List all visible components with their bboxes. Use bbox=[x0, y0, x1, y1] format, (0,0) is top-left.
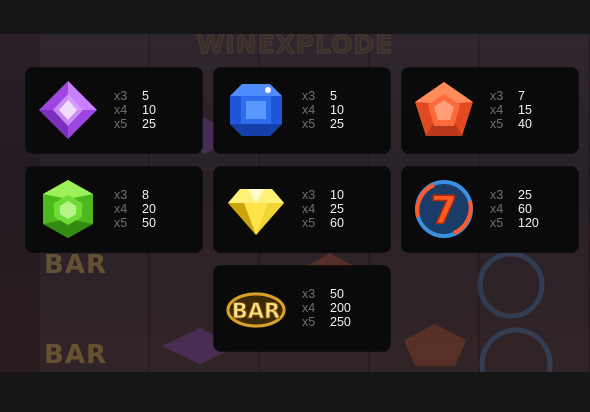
background-seven-icon bbox=[479, 327, 553, 372]
payout-row: x4 20 bbox=[114, 202, 156, 216]
payout-value: 20 bbox=[142, 202, 156, 216]
background-seven-icon bbox=[477, 251, 545, 319]
multiplier-label: x4 bbox=[490, 202, 504, 216]
multiplier-label: x4 bbox=[302, 103, 316, 117]
payout-row: x3 50 bbox=[302, 287, 351, 301]
background-bar-label: BAR bbox=[44, 250, 107, 280]
green-gem-icon bbox=[36, 177, 100, 241]
multiplier-label: x5 bbox=[114, 216, 128, 230]
paytable-card-bar: BAR x3 50 x4 200 x5 250 bbox=[214, 266, 390, 351]
payout-row: x3 8 bbox=[114, 188, 156, 202]
payout-list: x3 7 x4 15 x5 40 bbox=[490, 89, 532, 131]
paytable-card-lucky-seven: 7 x3 25 x4 60 x5 120 bbox=[402, 167, 578, 252]
payout-value: 5 bbox=[142, 89, 149, 103]
paytable-card-yellow-diamond: x3 10 x4 25 x5 60 bbox=[214, 167, 390, 252]
svg-text:BAR: BAR bbox=[232, 299, 280, 323]
payout-value: 8 bbox=[142, 188, 149, 202]
multiplier-label: x4 bbox=[302, 202, 316, 216]
game-logo: WINEXPLODE bbox=[196, 30, 394, 60]
blue-gem-icon bbox=[224, 78, 288, 142]
payout-row: x5 120 bbox=[490, 216, 539, 230]
multiplier-label: x5 bbox=[114, 117, 128, 131]
paytable-card-blue-gem: x3 5 x4 10 x5 25 bbox=[214, 68, 390, 153]
multiplier-label: x5 bbox=[490, 117, 504, 131]
multiplier-label: x3 bbox=[302, 188, 316, 202]
payout-row: x5 60 bbox=[302, 216, 344, 230]
background-red-gem-icon bbox=[404, 324, 466, 366]
multiplier-label: x4 bbox=[490, 103, 504, 117]
multiplier-label: x5 bbox=[302, 315, 316, 329]
bar-icon: BAR bbox=[224, 276, 288, 340]
multiplier-label: x4 bbox=[114, 103, 128, 117]
multiplier-label: x3 bbox=[302, 287, 316, 301]
payout-row: x4 10 bbox=[114, 103, 156, 117]
payout-list: x3 50 x4 200 x5 250 bbox=[302, 287, 351, 329]
payout-list: x3 5 x4 10 x5 25 bbox=[302, 89, 344, 131]
paytable-card-green-gem: x3 8 x4 20 x5 50 bbox=[26, 167, 202, 252]
payout-row: x4 200 bbox=[302, 301, 351, 315]
multiplier-label: x5 bbox=[302, 117, 316, 131]
top-bar bbox=[0, 0, 590, 34]
payout-value: 25 bbox=[330, 117, 344, 131]
payout-row: x4 15 bbox=[490, 103, 532, 117]
payout-value: 50 bbox=[330, 287, 344, 301]
paytable-card-red-gem: x3 7 x4 15 x5 40 bbox=[402, 68, 578, 153]
payout-value: 10 bbox=[330, 103, 344, 117]
payout-list: x3 25 x4 60 x5 120 bbox=[490, 188, 539, 230]
multiplier-label: x3 bbox=[114, 89, 128, 103]
payout-row: x3 10 bbox=[302, 188, 344, 202]
payout-row: x5 50 bbox=[114, 216, 156, 230]
background-bar-label: BAR bbox=[44, 340, 107, 370]
multiplier-label: x3 bbox=[490, 89, 504, 103]
payout-list: x3 5 x4 10 x5 25 bbox=[114, 89, 156, 131]
payout-value: 40 bbox=[518, 117, 532, 131]
multiplier-label: x5 bbox=[302, 216, 316, 230]
payout-value: 25 bbox=[330, 202, 344, 216]
payout-row: x5 40 bbox=[490, 117, 532, 131]
payout-value: 200 bbox=[330, 301, 351, 315]
yellow-diamond-icon bbox=[224, 177, 288, 241]
payout-value: 7 bbox=[518, 89, 525, 103]
multiplier-label: x5 bbox=[490, 216, 504, 230]
payout-row: x5 25 bbox=[302, 117, 344, 131]
payout-value: 250 bbox=[330, 315, 351, 329]
payout-value: 25 bbox=[518, 188, 532, 202]
multiplier-label: x3 bbox=[490, 188, 504, 202]
payout-value: 10 bbox=[330, 188, 344, 202]
payout-row: x3 5 bbox=[302, 89, 344, 103]
lucky-seven-icon: 7 bbox=[412, 177, 476, 241]
payout-list: x3 8 x4 20 x5 50 bbox=[114, 188, 156, 230]
payout-value: 60 bbox=[518, 202, 532, 216]
purple-gem-icon bbox=[36, 78, 100, 142]
payout-row: x5 25 bbox=[114, 117, 156, 131]
multiplier-label: x4 bbox=[302, 301, 316, 315]
payout-row: x5 250 bbox=[302, 315, 351, 329]
payout-list: x3 10 x4 25 x5 60 bbox=[302, 188, 344, 230]
payout-value: 25 bbox=[142, 117, 156, 131]
payout-row: x3 5 bbox=[114, 89, 156, 103]
payout-value: 60 bbox=[330, 216, 344, 230]
payout-value: 10 bbox=[142, 103, 156, 117]
payout-value: 50 bbox=[142, 216, 156, 230]
multiplier-label: x4 bbox=[114, 202, 128, 216]
svg-text:7: 7 bbox=[431, 188, 457, 232]
payout-row: x4 25 bbox=[302, 202, 344, 216]
payout-row: x3 7 bbox=[490, 89, 532, 103]
bottom-bar bbox=[0, 372, 590, 412]
payout-value: 15 bbox=[518, 103, 532, 117]
paytable-card-purple-gem: x3 5 x4 10 x5 25 bbox=[26, 68, 202, 153]
multiplier-label: x3 bbox=[302, 89, 316, 103]
red-gem-icon bbox=[412, 78, 476, 142]
payout-value: 5 bbox=[330, 89, 337, 103]
payout-row: x4 10 bbox=[302, 103, 344, 117]
payout-row: x3 25 bbox=[490, 188, 539, 202]
multiplier-label: x3 bbox=[114, 188, 128, 202]
payout-row: x4 60 bbox=[490, 202, 539, 216]
payout-value: 120 bbox=[518, 216, 539, 230]
